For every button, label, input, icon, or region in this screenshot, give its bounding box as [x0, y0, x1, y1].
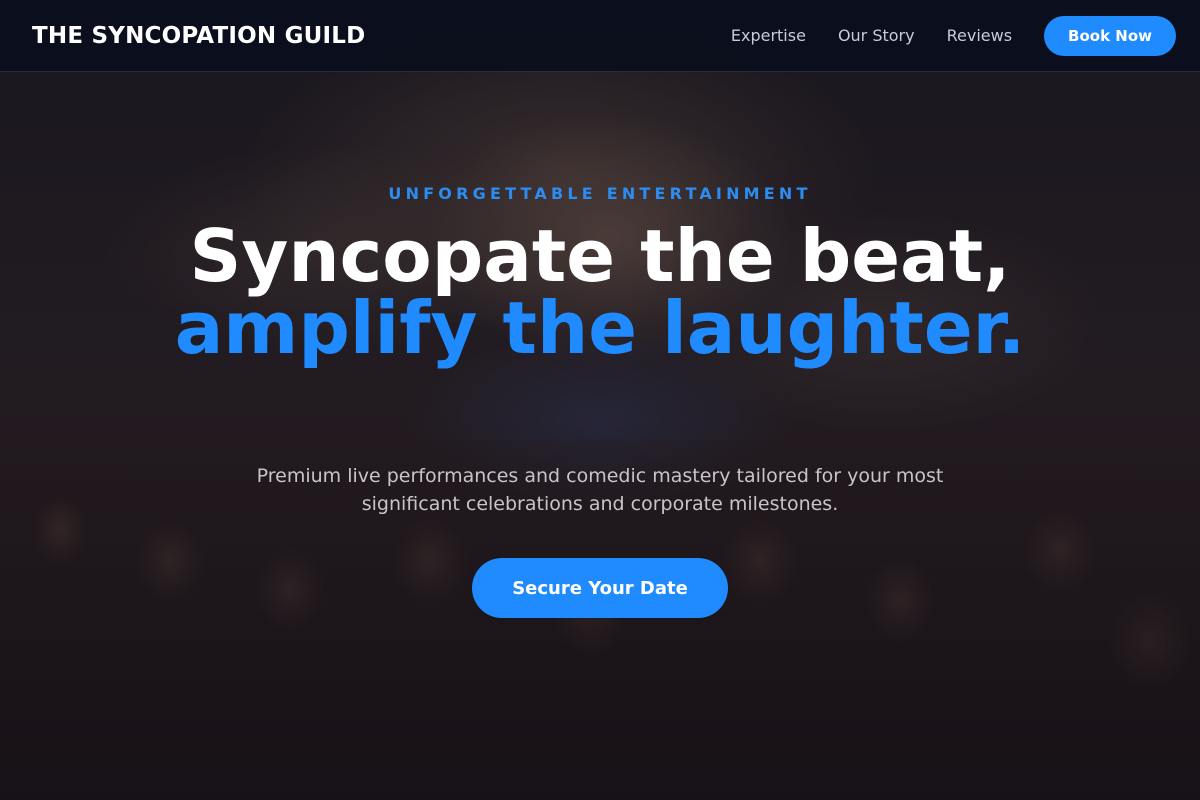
hero-headline-accent: amplify the laughter.	[174, 286, 1026, 370]
hero-subtext: Premium live performances and comedic ma…	[256, 465, 944, 515]
hero-eyebrow: UNFORGETTABLE ENTERTAINMENT	[388, 184, 812, 203]
brand-logo[interactable]: THE SYNCOPATION GUILD	[32, 23, 365, 49]
book-now-button[interactable]: Book Now	[1044, 15, 1176, 56]
nav-links: Expertise Our Story Reviews Book Now	[731, 15, 1176, 56]
nav-link-reviews[interactable]: Reviews	[947, 26, 1012, 45]
secure-your-date-button[interactable]: Secure Your Date	[472, 558, 728, 618]
hero-headline: Syncopate the beat, amplify the laughter…	[150, 220, 1050, 364]
hero-section: UNFORGETTABLE ENTERTAINMENT Syncopate th…	[0, 72, 1200, 800]
navbar: THE SYNCOPATION GUILD Expertise Our Stor…	[0, 0, 1200, 72]
nav-link-our-story[interactable]: Our Story	[838, 26, 915, 45]
nav-link-expertise[interactable]: Expertise	[731, 26, 806, 45]
